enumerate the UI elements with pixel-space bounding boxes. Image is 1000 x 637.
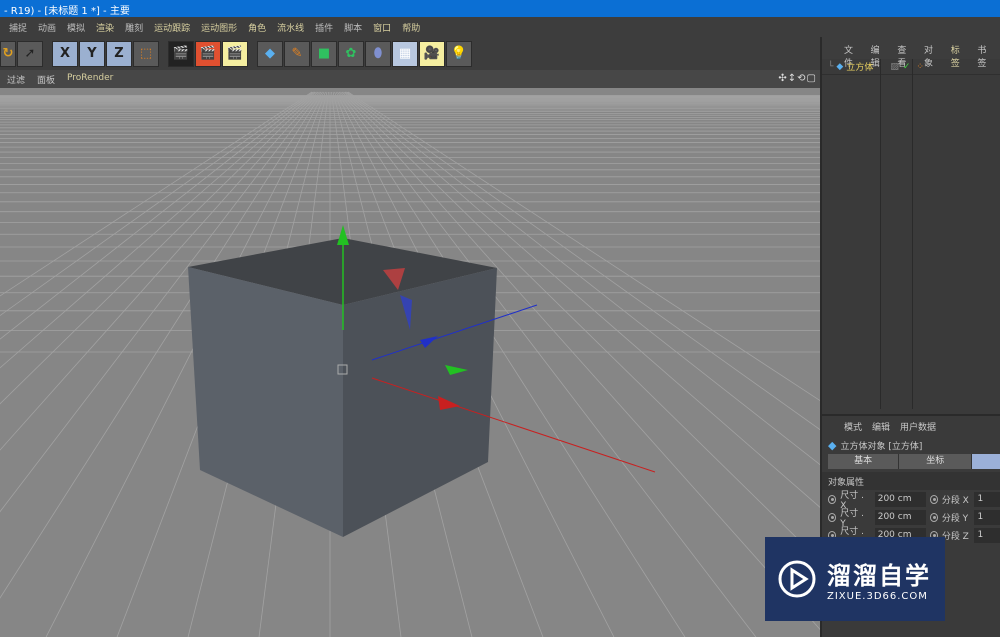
viewport-menu-filter[interactable]: 过滤 bbox=[7, 73, 25, 86]
coordinate-system-icon[interactable]: ⬚ bbox=[133, 40, 159, 67]
main-menu: 捕捉 动画 模拟 渲染 雕刻 运动跟踪 运动图形 角色 流水线 插件 脚本 窗口… bbox=[0, 17, 1000, 37]
subdivision-icon[interactable]: ■ bbox=[311, 40, 337, 67]
om-menu-view[interactable]: 查看 bbox=[897, 43, 914, 69]
viewport-menu: 过滤 面板 ProRender bbox=[0, 70, 820, 88]
toolbar: ↻ ➚ X Y Z ⬚ 🎬 🎬 🎬 ◆ ✎ ■ ✿ ⬮ ▦ 🎥 💡 bbox=[0, 37, 820, 70]
cube-object-icon: ◆ bbox=[828, 438, 837, 452]
viewport-menu-prorender[interactable]: ProRender bbox=[67, 73, 113, 85]
watermark: 溜溜自学 ZIXUE.3D66.COM bbox=[765, 537, 945, 621]
render-settings-icon[interactable]: 🎬 bbox=[222, 40, 248, 67]
cube-object-icon: ◆ bbox=[836, 61, 844, 72]
size-x-input[interactable]: 200 cm bbox=[874, 491, 926, 507]
play-logo-icon bbox=[778, 560, 816, 598]
menu-window[interactable]: 窗口 bbox=[373, 21, 391, 34]
render-view-icon[interactable]: 🎬 bbox=[168, 40, 194, 67]
menu-sculpt[interactable]: 雕刻 bbox=[125, 21, 143, 34]
light-icon[interactable]: 💡 bbox=[446, 40, 472, 67]
attributes-object-title: 立方体对象 [立方体] bbox=[840, 441, 923, 452]
menu-simulate[interactable]: 模拟 bbox=[67, 21, 85, 34]
seg-y-label: 分段 Y bbox=[941, 513, 969, 524]
om-menu-file[interactable]: 文件 bbox=[844, 43, 861, 69]
om-menu-bookmarks[interactable]: 书签 bbox=[977, 43, 994, 69]
tab-object[interactable] bbox=[972, 454, 1000, 469]
menu-snap[interactable]: 捕捉 bbox=[9, 21, 27, 34]
tab-coord[interactable]: 坐标 bbox=[899, 454, 973, 469]
menu-mograph[interactable]: 运动图形 bbox=[201, 21, 237, 34]
layer-icon[interactable]: ▨ bbox=[890, 62, 899, 72]
anim-radio[interactable] bbox=[828, 512, 837, 522]
om-menu-tags[interactable]: 标签 bbox=[951, 43, 968, 69]
watermark-name: 溜溜自学 bbox=[827, 562, 931, 590]
viewport-menu-panel[interactable]: 面板 bbox=[37, 73, 55, 86]
tab-basic[interactable]: 基本 bbox=[828, 454, 900, 469]
seg-z-input[interactable]: 1 bbox=[974, 527, 1000, 543]
window-title: - R19) - [未标题 1 *] - 主要 bbox=[0, 0, 1000, 17]
menu-plugins[interactable]: 插件 bbox=[315, 21, 333, 34]
am-menu-edit[interactable]: 编辑 bbox=[872, 420, 890, 433]
camera-icon[interactable]: 🎥 bbox=[419, 40, 445, 67]
pen-spline-icon[interactable]: ✎ bbox=[284, 40, 310, 67]
y-axis-lock-button[interactable]: Y bbox=[79, 40, 105, 67]
rotate-tool-icon[interactable]: ↻ bbox=[0, 40, 16, 67]
object-row-cube[interactable]: └ ◆ 立方体 ▨ ✓ ⁘ bbox=[822, 59, 1000, 75]
cube-icon[interactable]: ◆ bbox=[257, 40, 283, 67]
anim-radio[interactable] bbox=[929, 494, 938, 504]
menu-character[interactable]: 角色 bbox=[248, 21, 266, 34]
om-menu-edit[interactable]: 编辑 bbox=[871, 43, 888, 69]
anim-radio[interactable] bbox=[929, 512, 938, 522]
menu-animate[interactable]: 动画 bbox=[38, 21, 56, 34]
menu-script[interactable]: 脚本 bbox=[344, 21, 362, 34]
menu-help[interactable]: 帮助 bbox=[402, 21, 420, 34]
menu-render[interactable]: 渲染 bbox=[96, 21, 114, 34]
object-list: └ ◆ 立方体 ▨ ✓ ⁘ bbox=[822, 59, 1000, 409]
cloner-icon[interactable]: ✿ bbox=[338, 40, 364, 67]
viewport-nav-icons[interactable]: ✣↕⟲▢ bbox=[778, 73, 817, 84]
select-tool-icon[interactable]: ➚ bbox=[17, 40, 43, 67]
seg-x-label: 分段 X bbox=[941, 495, 969, 506]
seg-y-input[interactable]: 1 bbox=[974, 509, 1000, 525]
seg-z-label: 分段 Z bbox=[941, 531, 969, 542]
menu-pipeline[interactable]: 流水线 bbox=[277, 21, 304, 34]
am-menu-userdata[interactable]: 用户数据 bbox=[900, 420, 936, 433]
deformer-icon[interactable]: ⬮ bbox=[365, 40, 391, 67]
x-axis-lock-button[interactable]: X bbox=[52, 40, 78, 67]
size-y-input[interactable]: 200 cm bbox=[874, 509, 926, 525]
object-name[interactable]: 立方体 bbox=[846, 60, 890, 73]
render-picture-viewer-icon[interactable]: 🎬 bbox=[195, 40, 221, 67]
material-tag-icon[interactable]: ⁘ bbox=[916, 62, 924, 72]
3d-viewport[interactable] bbox=[0, 88, 820, 637]
floor-icon[interactable]: ▦ bbox=[392, 40, 418, 67]
anim-radio[interactable] bbox=[828, 494, 837, 504]
viewport-canvas[interactable] bbox=[0, 88, 820, 637]
am-menu-mode[interactable]: 模式 bbox=[844, 420, 862, 433]
seg-x-input[interactable]: 1 bbox=[974, 491, 1000, 507]
object-manager-menu: 文件 编辑 查看 对象 标签 书签 bbox=[822, 37, 1000, 69]
visibility-check-icon[interactable]: ✓ bbox=[903, 62, 911, 72]
watermark-url: ZIXUE.3D66.COM bbox=[827, 591, 928, 602]
om-menu-object[interactable]: 对象 bbox=[924, 43, 941, 69]
menu-motion-tracking[interactable]: 运动跟踪 bbox=[154, 21, 190, 34]
z-axis-lock-button[interactable]: Z bbox=[106, 40, 132, 67]
